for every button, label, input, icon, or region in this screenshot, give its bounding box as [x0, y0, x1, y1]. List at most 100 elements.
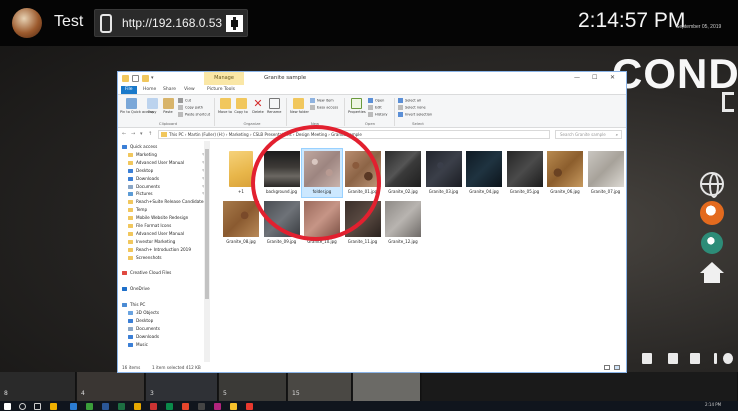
taskbar-app-icon[interactable] [182, 403, 189, 410]
properties-icon[interactable] [132, 75, 139, 82]
thumbnail[interactable]: 15 [288, 372, 352, 401]
rename-button[interactable]: Rename [267, 98, 281, 114]
start-icon[interactable] [4, 403, 11, 410]
easy-access-button[interactable]: Easy access [310, 105, 338, 110]
task-view-icon[interactable] [34, 403, 41, 410]
nav-item[interactable]: Creative Cloud Files [118, 269, 209, 277]
file-item[interactable]: Granite_04.jpg [464, 149, 504, 197]
nav-item[interactable]: This PC [118, 301, 209, 309]
forward-icon[interactable]: → [131, 131, 135, 137]
brand-icon[interactable] [700, 201, 724, 225]
nav-item[interactable]: Advanced User Manual✎ [118, 159, 209, 167]
thumbnail[interactable]: 8 [0, 372, 76, 401]
home-icon[interactable] [700, 262, 724, 284]
chevron-down-icon[interactable]: ▾ [151, 75, 158, 82]
minimize-icon[interactable]: — [574, 74, 580, 81]
copy-button[interactable]: Copy [145, 98, 159, 114]
nav-item[interactable]: Desktop [118, 317, 209, 325]
tab-view[interactable]: View [181, 86, 198, 94]
edit-button[interactable]: Edit [368, 105, 382, 110]
taskbar-app-icon[interactable] [230, 403, 237, 410]
gear-icon[interactable] [723, 353, 733, 364]
tab-home[interactable]: Home [140, 86, 159, 94]
maximize-icon[interactable]: ☐ [592, 74, 597, 81]
properties-button[interactable]: Properties [348, 98, 366, 114]
close-icon[interactable]: ✕ [610, 74, 615, 81]
up-icon[interactable]: ↑ [148, 131, 152, 137]
paste-shortcut-button[interactable]: Paste shortcut [178, 112, 210, 117]
window-titlebar[interactable]: ▾ Manage Granite sample — ☐ ✕ [118, 72, 626, 85]
nav-item[interactable]: Mobile Website Redesign [118, 214, 209, 222]
nav-item[interactable]: Marketing✎ [118, 151, 209, 159]
nav-item[interactable]: Advanced User Manual [118, 230, 209, 238]
cut-button[interactable]: Cut [178, 98, 191, 103]
search-input[interactable]: Search Granite sample ⌕ [555, 130, 622, 139]
window-icon[interactable] [668, 353, 678, 364]
nav-item[interactable]: Screenshots [118, 254, 209, 262]
file-item[interactable]: Granite_08.jpg [221, 199, 261, 247]
taskbar-app-icon[interactable] [86, 403, 93, 410]
taskbar-app-icon[interactable] [150, 403, 157, 410]
search-icon[interactable] [19, 403, 26, 410]
new-folder-icon[interactable] [142, 75, 149, 82]
nav-scrollbar-thumb[interactable] [205, 149, 209, 299]
paste-button[interactable]: Paste [161, 98, 175, 114]
new-item-button[interactable]: New item [310, 98, 334, 103]
copy-path-button[interactable]: Copy path [178, 105, 203, 110]
taskbar-app-icon[interactable] [166, 403, 173, 410]
nav-item[interactable]: Documents✎ [118, 183, 209, 191]
taskbar-app-icon[interactable] [118, 403, 125, 410]
back-icon[interactable]: ← [122, 131, 126, 137]
large-icons-view-icon[interactable] [614, 365, 620, 370]
nav-item[interactable]: Pictures✎ [118, 190, 209, 198]
open-button[interactable]: Open [368, 98, 384, 103]
taskbar-app-icon[interactable] [246, 403, 253, 410]
invert-selection-button[interactable]: Invert selection [398, 112, 432, 117]
taskbar-app-icon[interactable] [134, 403, 141, 410]
thumbnail[interactable] [353, 372, 421, 401]
file-item[interactable]: Granite_06.jpg [545, 149, 585, 197]
tab-file[interactable]: File [121, 86, 137, 94]
select-all-button[interactable]: Select all [398, 98, 421, 103]
taskbar-app-icon[interactable] [102, 403, 109, 410]
tab-share[interactable]: Share [160, 86, 179, 94]
copy-to-button[interactable]: Copy to [234, 98, 248, 114]
nav-item[interactable]: OneDrive [118, 285, 209, 293]
nav-item[interactable]: Reach+Suite Release Candidates [118, 198, 209, 206]
taskbar-app-icon[interactable] [214, 403, 221, 410]
chevron-down-icon[interactable]: ▾ [140, 131, 143, 137]
layout-icon[interactable] [690, 353, 700, 364]
nav-item[interactable]: Investor Marketing [118, 238, 209, 246]
thumbnail[interactable]: 5 [219, 372, 287, 401]
file-explorer-window[interactable]: ▾ Manage Granite sample — ☐ ✕ File Home … [118, 72, 626, 372]
details-view-icon[interactable] [604, 365, 610, 370]
thumbnail[interactable]: 4 [77, 372, 145, 401]
history-button[interactable]: History [368, 112, 387, 117]
qr-code-icon[interactable] [226, 15, 243, 32]
explorer-taskbar-icon[interactable] [50, 403, 57, 410]
nav-item[interactable]: File Format Icons [118, 222, 209, 230]
tab-picture-tools[interactable]: Picture Tools [204, 86, 238, 94]
file-item[interactable]: Granite_03.jpg [424, 149, 464, 197]
nav-scrollbar[interactable] [204, 141, 210, 362]
nav-item[interactable]: Documents [118, 325, 209, 333]
select-none-button[interactable]: Select none [398, 105, 426, 110]
tab-manage[interactable]: Manage [204, 72, 244, 85]
file-item[interactable]: Granite_02.jpg [383, 149, 423, 197]
brand-secondary-icon[interactable] [701, 232, 723, 254]
file-item[interactable]: Granite_12.jpg [383, 199, 423, 247]
file-item[interactable]: Granite_05.jpg [505, 149, 545, 197]
navigation-pane[interactable]: Quick accessMarketing✎Advanced User Manu… [118, 141, 210, 362]
delete-button[interactable]: ✕ Delete [251, 98, 265, 114]
nav-item[interactable]: Desktop✎ [118, 167, 209, 175]
thumbnail[interactable]: 3 [146, 372, 218, 401]
url-display[interactable]: http://192.168.0.53 [94, 9, 248, 37]
lock-icon[interactable] [642, 353, 652, 364]
nav-item[interactable]: 3D Objects [118, 309, 209, 317]
nav-item[interactable]: Downloads✎ [118, 175, 209, 183]
pin-quick-access-button[interactable]: Pin to Quick access [120, 98, 154, 114]
new-folder-button[interactable]: New folder [290, 98, 309, 114]
taskbar-app-icon[interactable] [70, 403, 77, 410]
nav-item[interactable]: Reach+ Introduction 2019 [118, 246, 209, 254]
move-to-button[interactable]: Move to [218, 98, 232, 114]
